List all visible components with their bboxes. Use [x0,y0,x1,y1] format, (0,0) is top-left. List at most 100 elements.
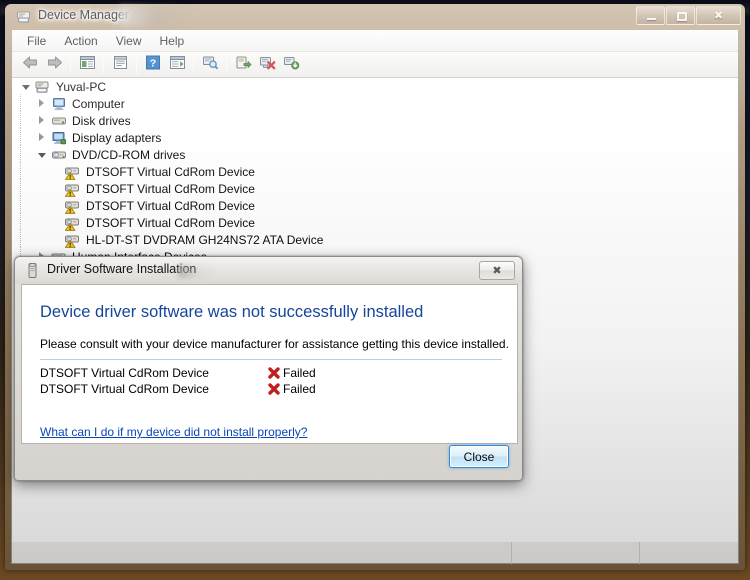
menu-view[interactable]: View [107,32,151,50]
device-manager-icon [16,9,32,25]
console-tree-icon [79,55,96,75]
menubar: File Action View Help [12,30,738,52]
cdrom-device-icon [64,215,82,231]
tree-node-dvd-cd-rom-drives[interactable]: DVD/CD-ROM drives [12,145,738,163]
menu-help[interactable]: Help [151,32,194,50]
dvd-drive-icon [50,147,68,163]
tree-node-label: DTSOFT Virtual CdRom Device [86,198,255,213]
expander-closed-icon[interactable] [34,95,50,112]
toolbar-separator [103,55,104,74]
window-controls: ✖ [636,6,741,25]
cdrom-device-icon [64,198,82,214]
tree-node-device[interactable]: DTSOFT Virtual CdRom Device [12,162,738,180]
minimize-button[interactable] [636,6,665,25]
close-icon: ✖ [492,265,502,277]
dialog-title-blur-smudge [178,265,218,278]
tree-node-label: HL-DT-ST DVDRAM GH24NS72 ATA Device [86,232,324,247]
scan-hardware-changes-button[interactable] [198,54,222,76]
computer-root-icon [34,79,52,95]
disk-drive-icon [50,113,68,129]
menu-file[interactable]: File [18,32,55,50]
tree-node-label: DTSOFT Virtual CdRom Device [86,164,255,179]
statusbar [12,541,738,564]
result-status-text: Failed [283,382,316,396]
show-hide-console-tree-button[interactable] [75,54,99,76]
tree-node-label: Display adapters [72,130,162,145]
result-status-cell: Failed [267,382,316,396]
toolbar-separator [136,55,137,74]
tree-node-device[interactable]: DTSOFT Virtual CdRom Device [12,196,738,214]
help-question-icon: ? [145,55,161,75]
tree-node-device[interactable]: HL-DT-ST DVDRAM GH24NS72 ATA Device [12,230,738,248]
statusbar-pane-tertiary [640,542,738,564]
cdrom-device-icon [64,232,82,248]
minimize-icon [647,18,656,20]
dialog-body: Device driver software was not successfu… [21,284,518,444]
statusbar-pane-secondary [512,541,640,564]
maximize-icon [677,12,687,21]
tree-node-label: Disk drives [72,113,131,128]
expander-closed-icon[interactable] [34,129,50,146]
update-driver-button[interactable] [231,54,255,76]
result-device-name: DTSOFT Virtual CdRom Device [40,366,209,380]
tree-node-label: Computer [72,96,125,111]
tree-node-disk-drives[interactable]: Disk drives [12,111,738,129]
dialog-footer: Close [21,442,518,474]
back-arrow-icon [22,55,39,75]
dialog-divider [40,359,502,360]
tree-node-root[interactable]: Yuval-PC [12,78,738,95]
uninstall-device-button[interactable] [255,54,279,76]
display-adapter-icon [50,130,68,146]
tree-node-display-adapters[interactable]: Display adapters [12,128,738,146]
menu-action[interactable]: Action [55,32,106,50]
svg-text:?: ? [150,57,156,69]
failed-x-icon [267,366,281,380]
tree-node-label: DVD/CD-ROM drives [72,147,186,162]
dialog-subtext: Please consult with your device manufact… [40,337,509,351]
properties-icon [112,55,129,75]
troubleshooting-help-link[interactable]: What can I do if my device did not insta… [40,425,307,439]
dialog-results-list: DTSOFT Virtual CdRom Device Failed DTSOF… [40,365,502,397]
cdrom-device-icon [64,181,82,197]
toolbar-separator [193,55,194,74]
disable-device-icon [283,55,300,75]
dialog-titlebar[interactable]: Driver Software Installation ✖ [15,257,522,284]
tree-node-label: DTSOFT Virtual CdRom Device [86,181,255,196]
forward-arrow-icon [46,55,63,75]
result-status-text: Failed [283,366,316,380]
window-titlebar[interactable]: Device Manager ✖ [5,4,745,30]
close-dialog-button[interactable]: Close [449,445,509,468]
computer-icon [50,96,68,112]
result-device-name: DTSOFT Virtual CdRom Device [40,382,209,396]
view-list-icon [169,55,186,75]
driver-software-installation-dialog: Driver Software Installation ✖ Device dr… [14,256,523,481]
title-blur-smudge [120,6,190,26]
scan-magnifier-icon [202,55,219,75]
toolbar-separator [70,55,71,74]
update-driver-icon [235,55,252,75]
close-icon: ✖ [713,10,724,22]
expander-open-icon[interactable] [18,78,34,95]
tree-node-device[interactable]: DTSOFT Virtual CdRom Device [12,213,738,231]
result-status-cell: Failed [267,366,316,380]
maximize-button[interactable] [666,6,695,25]
dialog-heading: Device driver software was not successfu… [40,303,424,321]
disable-device-button[interactable] [279,54,303,76]
result-row: DTSOFT Virtual CdRom Device Failed [40,381,502,397]
dialog-close-button[interactable]: ✖ [479,261,515,280]
help-button[interactable]: ? [141,54,165,76]
expander-closed-icon[interactable] [34,112,50,129]
tree-node-device[interactable]: DTSOFT Virtual CdRom Device [12,179,738,197]
forward-button[interactable] [42,54,66,76]
statusbar-pane-main [12,541,512,564]
result-row: DTSOFT Virtual CdRom Device Failed [40,365,502,381]
expander-open-icon[interactable] [34,146,50,163]
back-button[interactable] [18,54,42,76]
properties-button[interactable] [108,54,132,76]
toolbar: ? [12,52,738,78]
driver-install-icon [25,262,41,279]
view-button[interactable] [165,54,189,76]
close-button[interactable]: ✖ [696,6,741,25]
dialog-title: Driver Software Installation [47,262,197,276]
tree-node-computer[interactable]: Computer [12,94,738,112]
